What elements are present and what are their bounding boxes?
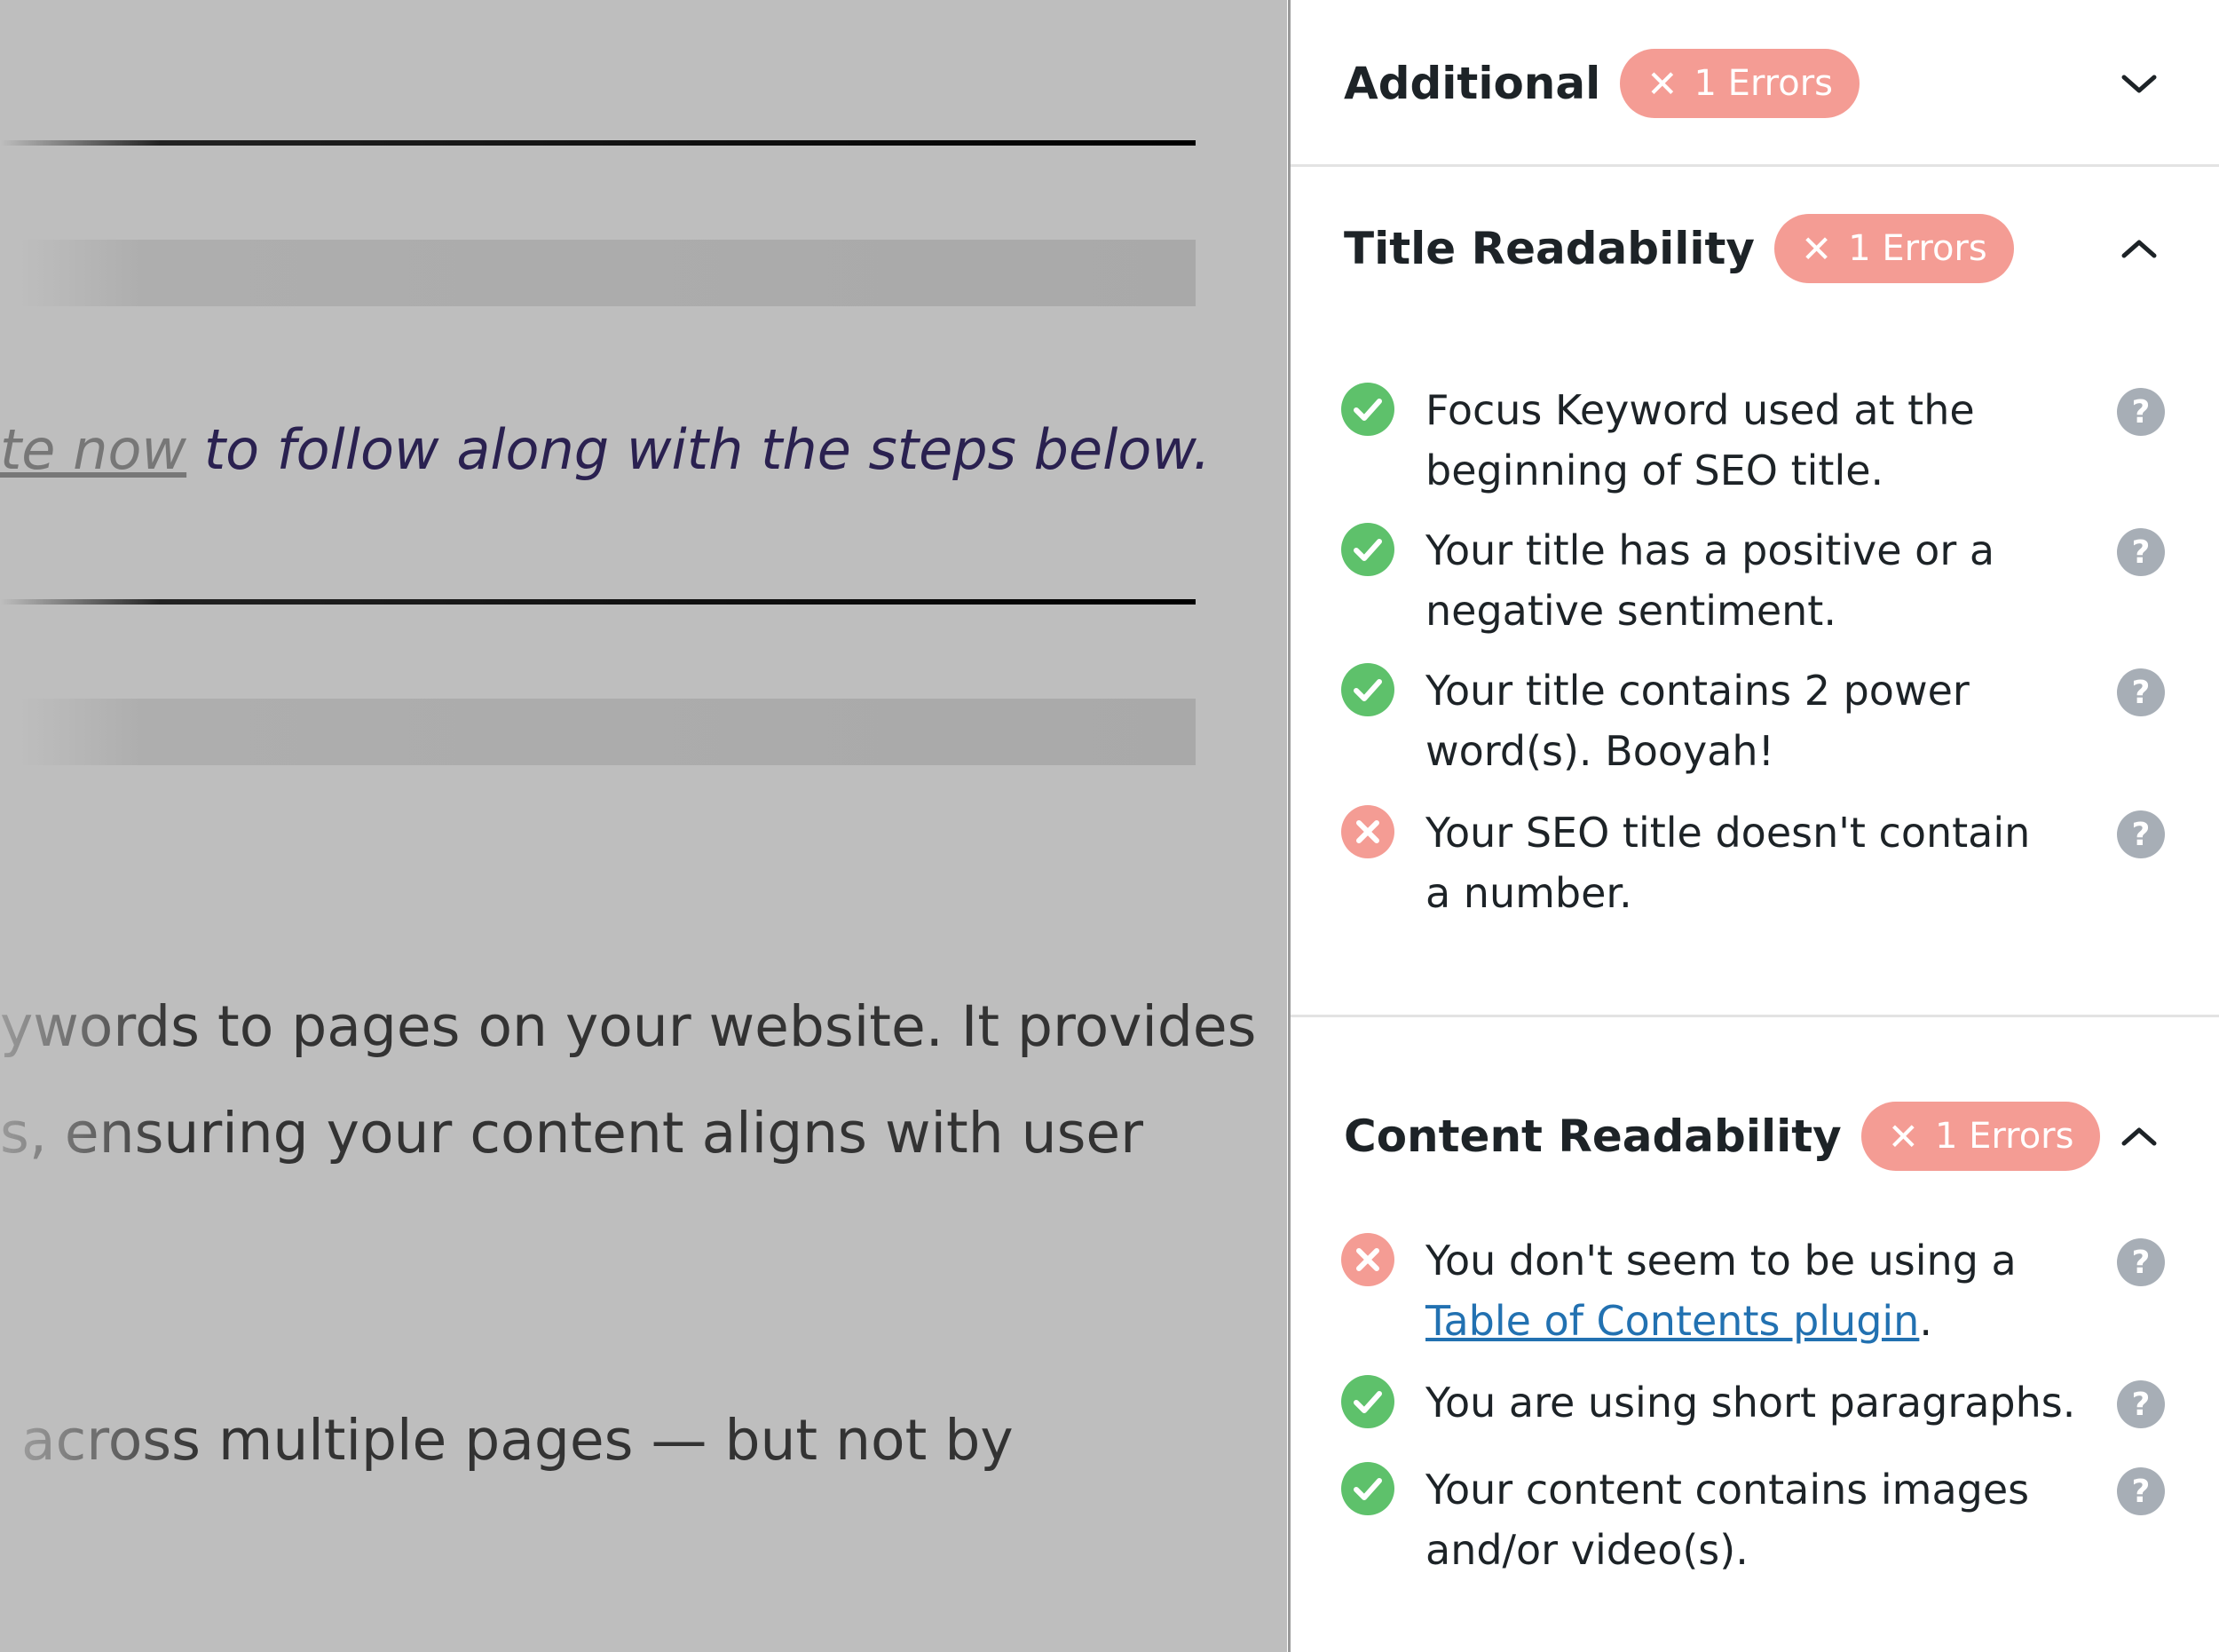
section-title-readability: Title Readability ✕ 1 Errors Focus Keywo… (1291, 167, 2219, 1017)
chevron-up-icon[interactable] (2112, 1110, 2166, 1163)
table-of-contents-plugin-link[interactable]: Table of Contents plugin (1425, 1297, 1919, 1345)
error-badge: ✕ 1 Errors (1620, 49, 1860, 118)
check-text: Your SEO title doesn't contain a number. (1425, 809, 2031, 917)
x-circle-icon (1341, 805, 1394, 858)
check-text: You are using short paragraphs. (1425, 1379, 2076, 1427)
seo-analysis-panel: Additional ✕ 1 Errors Title Readability … (1288, 0, 2219, 1652)
paragraph-line: ywords to pages on your website. It prov… (0, 994, 1257, 1059)
italic-text-line: te now to follow along with the steps be… (0, 417, 1211, 482)
check-circle-icon (1341, 523, 1394, 576)
section-header[interactable]: Content Readability ✕ 1 Errors (1344, 1101, 2166, 1172)
error-badge: ✕ 1 Errors (1774, 214, 2014, 283)
horizontal-divider (0, 140, 1196, 146)
section-header[interactable]: Title Readability ✕ 1 Errors (1344, 213, 2166, 284)
section-title: Title Readability (1344, 223, 1755, 274)
chevron-down-icon[interactable] (2112, 57, 2166, 110)
check-circle-icon (1341, 663, 1394, 716)
check-circle-icon (1341, 1375, 1394, 1428)
section-title: Content Readability (1344, 1111, 1842, 1162)
svg-text:?: ? (2132, 817, 2151, 853)
faded-link-text[interactable]: te now (0, 417, 186, 482)
svg-text:?: ? (2132, 1245, 2151, 1281)
help-icon[interactable]: ? (2116, 1379, 2166, 1429)
section-additional: Additional ✕ 1 Errors (1291, 0, 2219, 167)
svg-text:?: ? (2132, 394, 2151, 431)
x-icon: ✕ (1801, 226, 1833, 271)
help-icon[interactable]: ? (2116, 810, 2166, 859)
check-text: Focus Keyword used at the beginning of S… (1425, 386, 1975, 494)
check-text: You don't seem to be using a Table of Co… (1425, 1237, 2017, 1345)
check-text: Your content contains images and/or vide… (1425, 1466, 2030, 1574)
error-badge: ✕ 1 Errors (1860, 1102, 2101, 1171)
help-icon[interactable]: ? (2116, 527, 2166, 577)
check-text: Your title contains 2 power word(s). Boo… (1425, 667, 1970, 775)
paragraph-line: across multiple pages — but not by (21, 1408, 1014, 1473)
svg-text:?: ? (2132, 1387, 2151, 1423)
placeholder-block (0, 240, 1196, 306)
paragraph-line: s, ensuring your content aligns with use… (0, 1101, 1144, 1166)
help-icon[interactable]: ? (2116, 668, 2166, 717)
help-icon[interactable]: ? (2116, 1237, 2166, 1287)
editor-background: te now to follow along with the steps be… (0, 0, 1287, 1652)
check-circle-icon (1341, 383, 1394, 436)
x-icon: ✕ (1646, 61, 1678, 106)
placeholder-block (0, 699, 1196, 765)
check-text: Your title has a positive or a negative … (1425, 526, 1995, 635)
section-content-readability: Content Readability ✕ 1 Errors You don't… (1291, 1017, 2219, 1652)
x-icon: ✕ (1887, 1114, 1919, 1158)
section-title: Additional (1344, 58, 1601, 109)
x-circle-icon (1341, 1233, 1394, 1286)
svg-text:?: ? (2132, 1474, 2151, 1510)
check-circle-icon (1341, 1462, 1394, 1515)
svg-text:?: ? (2132, 534, 2151, 571)
chevron-up-icon[interactable] (2112, 222, 2166, 275)
svg-text:?: ? (2132, 675, 2151, 711)
help-icon[interactable]: ? (2116, 387, 2166, 437)
help-icon[interactable]: ? (2116, 1466, 2166, 1516)
horizontal-divider (0, 599, 1196, 605)
section-header[interactable]: Additional ✕ 1 Errors (1344, 48, 2166, 119)
